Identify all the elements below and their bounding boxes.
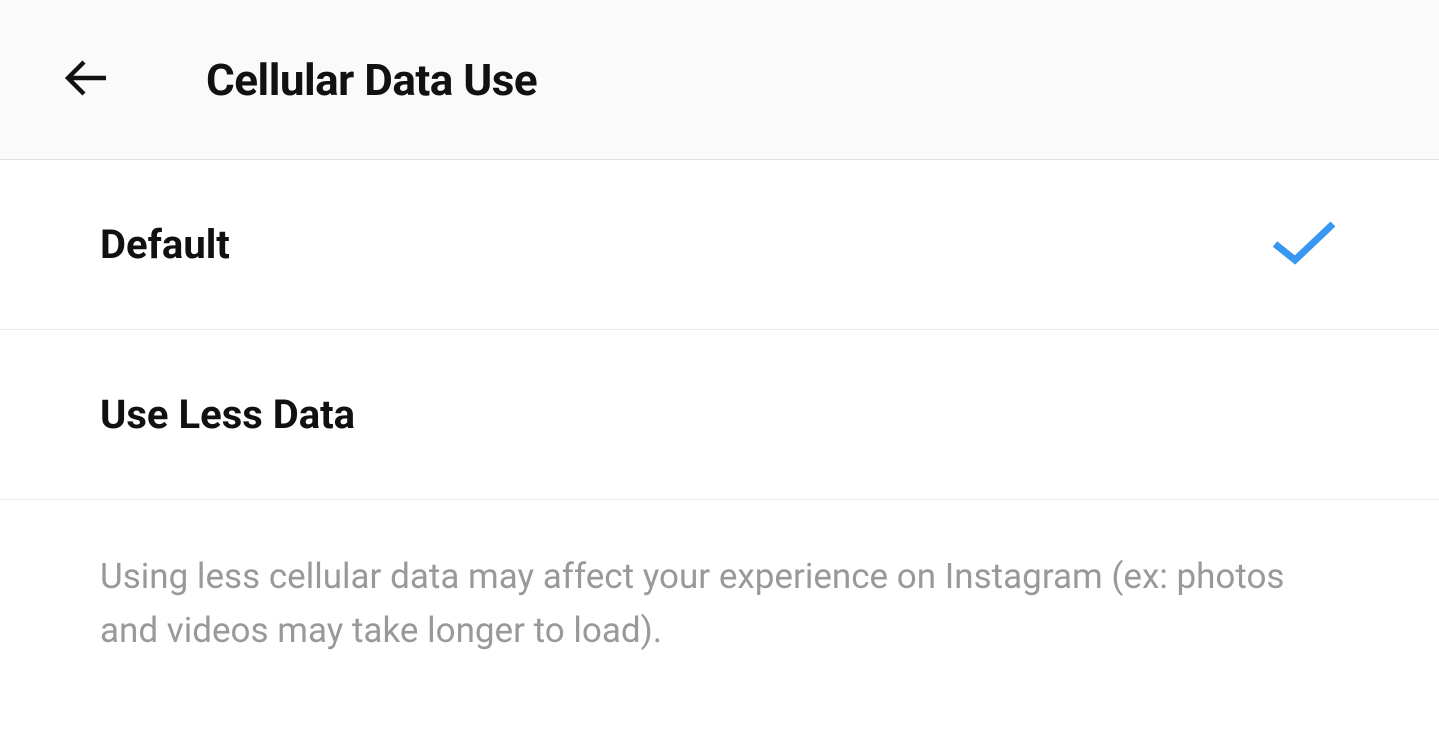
arrow-left-icon	[62, 54, 110, 106]
option-label: Use Less Data	[100, 391, 355, 438]
option-default[interactable]: Default	[0, 160, 1439, 330]
description-text: Using less cellular data may affect your…	[0, 500, 1439, 659]
option-use-less-data[interactable]: Use Less Data	[0, 330, 1439, 500]
back-button[interactable]	[56, 50, 116, 110]
options-list: Default Use Less Data Using less cellula…	[0, 160, 1439, 659]
page-title: Cellular Data Use	[206, 54, 537, 106]
check-icon	[1269, 218, 1339, 272]
option-label: Default	[100, 221, 230, 268]
header: Cellular Data Use	[0, 0, 1439, 160]
